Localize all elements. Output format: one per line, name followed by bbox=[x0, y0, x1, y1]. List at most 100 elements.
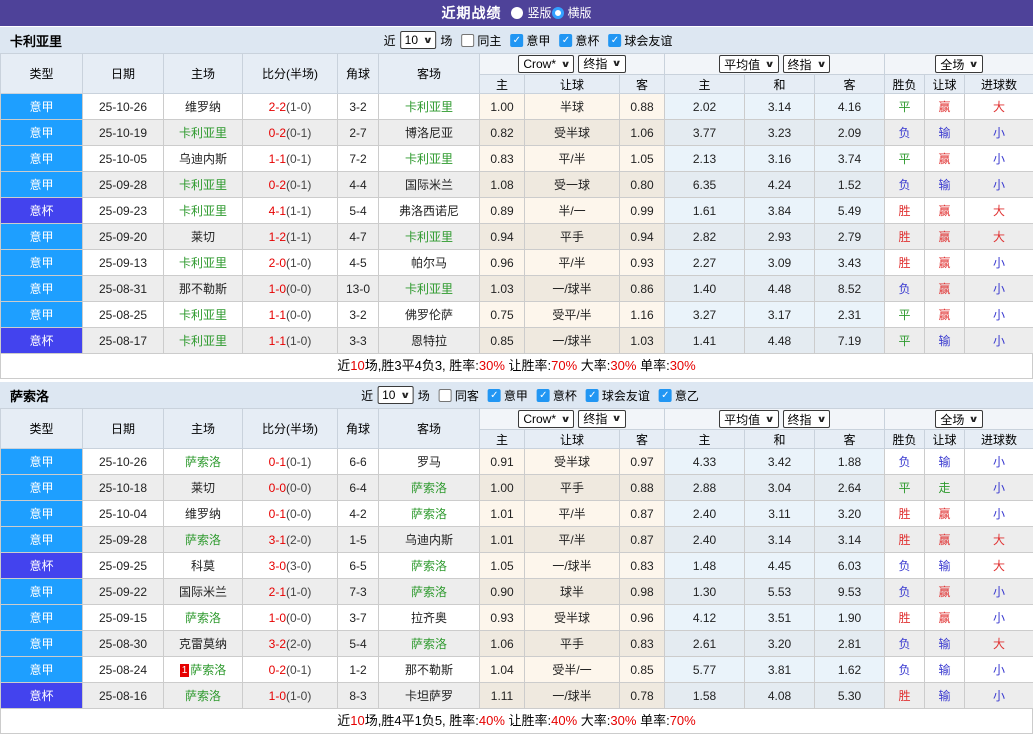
filter-checkbox[interactable]: ✓ bbox=[537, 389, 550, 402]
match-row: 意甲25-09-28卡利亚里0-2(0-1)4-4国际米兰1.08受一球0.80… bbox=[1, 172, 1033, 198]
cell-home-team: 维罗纳 bbox=[164, 94, 243, 120]
cell-goals-result: 小 bbox=[965, 250, 1033, 276]
cell-avg-draw: 3.17 bbox=[745, 302, 815, 328]
chevron-down-icon: ∨ bbox=[969, 414, 979, 425]
fulltime-score: 1-1 bbox=[269, 152, 286, 166]
filter-checkbox[interactable]: ✓ bbox=[608, 34, 621, 47]
filter-checkbox[interactable] bbox=[461, 34, 474, 47]
cell-handicap-home-odds: 1.00 bbox=[480, 475, 525, 501]
col-crow-handicap: 让球 bbox=[525, 430, 620, 449]
away-team-name: 萨索洛 bbox=[411, 585, 447, 599]
cell-handicap-result: 赢 bbox=[925, 605, 965, 631]
cell-avg-home: 2.61 bbox=[665, 631, 745, 657]
cell-handicap: 受一球 bbox=[525, 172, 620, 198]
layout-radio-vertical[interactable]: 竖版 bbox=[511, 4, 551, 21]
cell-goals-result: 大 bbox=[965, 94, 1033, 120]
league-badge: 意甲 bbox=[1, 172, 83, 198]
halftime-score: (1-0) bbox=[286, 334, 311, 348]
match-row: 意甲25-10-04维罗纳0-1(0-0)4-2萨索洛1.01平/半0.872.… bbox=[1, 501, 1033, 527]
cell-avg-draw: 3.09 bbox=[745, 250, 815, 276]
summary-text: 大率: bbox=[577, 713, 610, 728]
summary-stat-value: 70% bbox=[670, 713, 696, 728]
home-team-name: 卡利亚里 bbox=[179, 204, 227, 218]
scope-select[interactable]: 全场∨ bbox=[935, 410, 982, 428]
cell-result: 负 bbox=[885, 579, 925, 605]
final-odds-select-2[interactable]: 终指∨ bbox=[783, 55, 830, 73]
average-select[interactable]: 平均值∨ bbox=[719, 55, 778, 73]
home-team-name: 那不勒斯 bbox=[179, 282, 227, 296]
cell-handicap: 受半球 bbox=[525, 605, 620, 631]
fulltime-score: 3-0 bbox=[269, 559, 286, 573]
chevron-down-icon: ∨ bbox=[969, 59, 979, 70]
odds-source-select[interactable]: Crow*∨ bbox=[518, 55, 574, 73]
cell-date: 25-08-24 bbox=[83, 657, 164, 683]
cell-handicap-result: 输 bbox=[925, 172, 965, 198]
halftime-score: (0-1) bbox=[286, 178, 311, 192]
col-away: 客场 bbox=[379, 54, 480, 94]
cell-home-team: 乌迪内斯 bbox=[164, 146, 243, 172]
halftime-score: (3-0) bbox=[286, 559, 311, 573]
fulltime-score: 2-0 bbox=[269, 256, 286, 270]
league-badge: 意甲 bbox=[1, 605, 83, 631]
cell-result: 胜 bbox=[885, 198, 925, 224]
final-odds-select-value: 终指 bbox=[583, 55, 607, 72]
filter-checkbox[interactable]: ✓ bbox=[510, 34, 523, 47]
cell-date: 25-08-30 bbox=[83, 631, 164, 657]
league-badge: 意杯 bbox=[1, 553, 83, 579]
cell-handicap-result: 赢 bbox=[925, 250, 965, 276]
cell-home-team: 莱切 bbox=[164, 224, 243, 250]
cell-handicap-result: 输 bbox=[925, 657, 965, 683]
home-team-name: 莱切 bbox=[191, 481, 215, 495]
cell-handicap: 一/球半 bbox=[525, 553, 620, 579]
cell-corner: 4-2 bbox=[338, 501, 379, 527]
layout-radio-horizontal[interactable]: 横版 bbox=[552, 4, 592, 21]
match-count-select[interactable]: 10∨ bbox=[400, 31, 437, 49]
home-team-name: 克雷莫纳 bbox=[179, 637, 227, 651]
final-odds-select[interactable]: 终指∨ bbox=[578, 410, 625, 428]
league-badge: 意甲 bbox=[1, 475, 83, 501]
match-row: 意甲25-09-28萨索洛3-1(2-0)1-5乌迪内斯1.01平/半0.872… bbox=[1, 527, 1033, 553]
matches-label: 场 bbox=[440, 32, 452, 49]
cell-corner: 1-2 bbox=[338, 657, 379, 683]
cell-handicap-away-odds: 1.06 bbox=[620, 120, 665, 146]
cell-goals-result: 大 bbox=[965, 527, 1033, 553]
odds-source-select[interactable]: Crow*∨ bbox=[518, 410, 574, 428]
final-odds-select[interactable]: 终指∨ bbox=[578, 55, 625, 73]
match-row: 意杯25-08-17卡利亚里1-1(1-0)3-3恩特拉0.85一/球半1.03… bbox=[1, 328, 1033, 354]
cell-date: 25-09-28 bbox=[83, 172, 164, 198]
scope-select[interactable]: 全场∨ bbox=[935, 55, 982, 73]
cell-goals-result: 小 bbox=[965, 683, 1033, 709]
fulltime-score: 0-2 bbox=[269, 126, 286, 140]
cell-result: 平 bbox=[885, 475, 925, 501]
cell-corner: 4-7 bbox=[338, 224, 379, 250]
cell-avg-away: 2.81 bbox=[815, 631, 885, 657]
home-team-name: 卡利亚里 bbox=[179, 334, 227, 348]
team-name: 卡利亚里 bbox=[10, 31, 62, 50]
final-odds-select-2[interactable]: 终指∨ bbox=[783, 410, 830, 428]
col-away: 客场 bbox=[379, 409, 480, 449]
filter-checkbox[interactable]: ✓ bbox=[586, 389, 599, 402]
match-row: 意甲25-08-241萨索洛0-2(0-1)1-2那不勒斯1.04受半/一0.8… bbox=[1, 657, 1033, 683]
cell-corner: 4-4 bbox=[338, 172, 379, 198]
cell-avg-away: 7.19 bbox=[815, 328, 885, 354]
league-badge: 意甲 bbox=[1, 224, 83, 250]
halftime-score: (1-1) bbox=[286, 204, 311, 218]
cell-result: 平 bbox=[885, 302, 925, 328]
summary-stat-value: 40% bbox=[479, 713, 505, 728]
cell-handicap-home-odds: 0.85 bbox=[480, 328, 525, 354]
filter-checkbox[interactable]: ✓ bbox=[559, 34, 572, 47]
summary-stat-value: 70% bbox=[551, 358, 577, 373]
summary-stat-value: 30% bbox=[610, 358, 636, 373]
match-count-select-value: 10 bbox=[382, 388, 395, 402]
cell-handicap-home-odds: 0.82 bbox=[480, 120, 525, 146]
average-select[interactable]: 平均值∨ bbox=[719, 410, 778, 428]
cell-handicap-result: 赢 bbox=[925, 302, 965, 328]
match-count-select[interactable]: 10∨ bbox=[377, 386, 414, 404]
match-row: 意甲25-08-25卡利亚里1-1(0-0)3-2佛罗伦萨0.75受平/半1.1… bbox=[1, 302, 1033, 328]
cell-date: 25-08-25 bbox=[83, 302, 164, 328]
filter-checkbox[interactable]: ✓ bbox=[488, 389, 501, 402]
cell-date: 25-10-18 bbox=[83, 475, 164, 501]
filter-checkbox[interactable]: ✓ bbox=[659, 389, 672, 402]
home-team-name: 萨索洛 bbox=[185, 689, 221, 703]
filter-checkbox[interactable] bbox=[439, 389, 452, 402]
